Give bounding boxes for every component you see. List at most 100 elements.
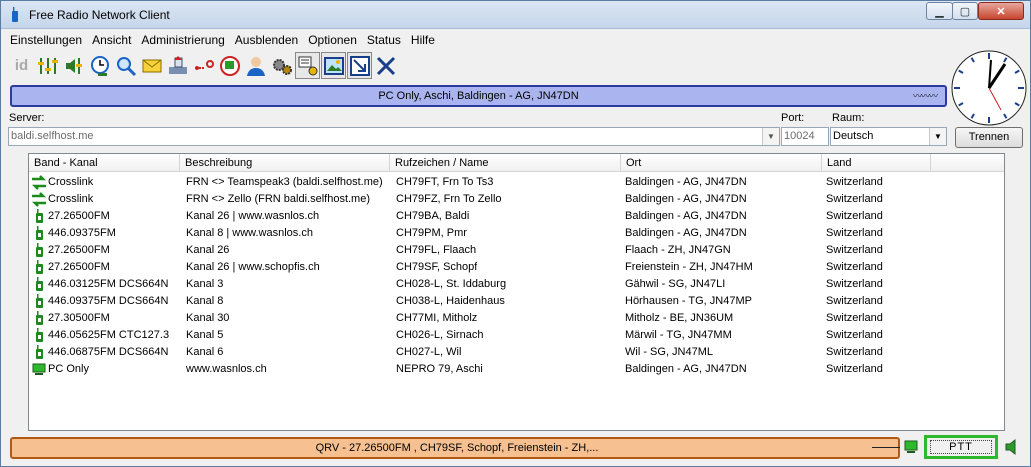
mail-button[interactable] xyxy=(139,52,164,79)
equalizer-icon xyxy=(37,57,58,74)
radio-icon xyxy=(36,277,43,291)
table-row[interactable]: 446.09375FM DCS664N Kanal 8 CH038-L, Haide… xyxy=(29,293,1004,310)
clock-icon xyxy=(90,55,109,76)
table-row[interactable]: Crosslink FRN <> Teamspeak3 (baldi.selfho… xyxy=(29,174,1004,191)
menu-administrierung[interactable]: Administrierung xyxy=(136,31,229,49)
table-row[interactable]: 27.26500FM Kanal 26 | www.schopfis.ch CH79… xyxy=(29,259,1004,276)
cell-band: 446.03125FM DCS664N xyxy=(48,278,169,290)
close-x-button[interactable] xyxy=(373,52,398,79)
upload-button[interactable] xyxy=(165,52,190,79)
chevron-down-icon[interactable]: ▼ xyxy=(762,128,779,145)
table-row[interactable]: 27.30500FM Kanal 30 CH77MI, Mitholz Mitholz… xyxy=(29,310,1004,327)
window-title: Free Radio Network Client xyxy=(29,8,170,22)
table-row[interactable]: 446.03125FM DCS664N Kanal 3 CH028-L, St. I… xyxy=(29,276,1004,293)
equalizer-button[interactable] xyxy=(35,52,60,79)
table-row[interactable]: 27.26500FM Kanal 26 | www.wasnlos.ch CH79B… xyxy=(29,208,1004,225)
cell-land: Switzerland xyxy=(826,176,883,188)
resize-button[interactable] xyxy=(347,52,372,79)
pc-icon xyxy=(904,440,918,453)
column-header-rufzeichen[interactable]: Rufzeichen / Name xyxy=(390,154,621,172)
cell-ort: Gähwil - SG, JN47LI xyxy=(625,278,726,290)
table-row[interactable]: 446.09375FM Kanal 8 | www.wasnlos.ch CH79P… xyxy=(29,225,1004,242)
cell-band: 446.05625FM CTC127.3 xyxy=(48,329,170,341)
cell-ort: Baldingen - AG, JN47DN xyxy=(625,363,747,375)
table-row[interactable]: 27.26500FM Kanal 26 CH79FL, Flaach Flaach -… xyxy=(29,242,1004,259)
column-header-land[interactable]: Land xyxy=(822,154,931,172)
cell-ort: Baldingen - AG, JN47DN xyxy=(625,193,747,205)
settings-button[interactable] xyxy=(295,52,320,79)
chevron-down-icon[interactable]: ▼ xyxy=(929,128,946,145)
cell-land: Switzerland xyxy=(826,278,883,290)
cell-call: CH79FL, Flaach xyxy=(396,244,477,256)
cell-ort: Hörhausen - TG, JN47MP xyxy=(625,295,752,307)
menu-ausblenden[interactable]: Ausblenden xyxy=(230,31,303,49)
user-button[interactable] xyxy=(243,52,268,79)
cell-ort: Flaach - ZH, JN47GN xyxy=(625,244,731,256)
user-icon xyxy=(246,56,265,76)
cell-call: CH028-L, St. Iddaburg xyxy=(396,278,507,290)
id-button[interactable]: id xyxy=(9,52,34,79)
room-select[interactable]: Deutsch ▼ xyxy=(830,127,947,146)
cell-desc: Kanal 26 | www.wasnlos.ch xyxy=(186,210,320,222)
cell-call: CH038-L, Haidenhaus xyxy=(396,295,505,307)
menu-ansicht[interactable]: Ansicht xyxy=(87,31,136,49)
banner-text: PC Only, Aschi, Baldingen - AG, JN47DN xyxy=(378,90,579,102)
gears-icon xyxy=(272,58,292,75)
table-row[interactable]: PC Only www.wasnlos.ch NEPRO 79, Aschi Bald… xyxy=(29,361,1004,378)
menu-status[interactable]: Status xyxy=(362,31,406,49)
volume-button[interactable] xyxy=(61,52,86,79)
column-header-ort[interactable]: Ort xyxy=(621,154,822,172)
maximize-button[interactable]: ▢ xyxy=(952,2,978,20)
cell-ort: Wil - SG, JN47ML xyxy=(625,346,714,358)
cell-desc: Kanal 8 | www.wasnlos.ch xyxy=(186,227,313,239)
picture-button[interactable] xyxy=(321,52,346,79)
table-row[interactable]: Crosslink FRN <> Zello (FRN baldi.selfhos… xyxy=(29,191,1004,208)
connection-icon xyxy=(194,59,214,70)
menu-einstellungen[interactable]: Einstellungen xyxy=(5,31,87,49)
active-user-banner: PC Only, Aschi, Baldingen - AG, JN47DN 〰… xyxy=(10,85,947,107)
gears-button[interactable] xyxy=(269,52,294,79)
id-icon: id xyxy=(14,57,29,74)
status-text: QRV - 27.26500FM , CH79SF, Schopf, Freie… xyxy=(315,442,599,454)
power-button[interactable] xyxy=(217,52,242,79)
minimize-button[interactable]: ▁ xyxy=(926,2,953,20)
menu-bar: Einstellungen Ansicht Administrierung Au… xyxy=(5,31,440,49)
column-header-beschreibung[interactable]: Beschreibung xyxy=(180,154,390,172)
cell-ort: Märwil - TG, JN47MM xyxy=(625,329,732,341)
menu-hilfe[interactable]: Hilfe xyxy=(406,31,440,49)
cell-land: Switzerland xyxy=(826,329,883,341)
server-combo[interactable]: baldi.selfhost.me ▼ xyxy=(8,127,780,146)
connection-button[interactable] xyxy=(191,52,216,79)
cell-call: CH79BA, Baldi xyxy=(396,210,470,222)
status-bar: QRV - 27.26500FM , CH79SF, Schopf, Freie… xyxy=(10,437,900,459)
crosslink-icon xyxy=(31,192,47,207)
close-button[interactable]: ✕ xyxy=(978,2,1024,20)
clock-button[interactable] xyxy=(87,52,112,79)
radio-icon xyxy=(36,328,43,342)
title-bar[interactable]: Free Radio Network Client ▁ ▢ ✕ xyxy=(1,1,1030,29)
speaker-icon[interactable] xyxy=(1004,438,1022,456)
column-header-band[interactable]: Band - Kanal xyxy=(29,154,180,172)
cell-band: Crosslink xyxy=(48,176,94,188)
port-field[interactable]: 10024 xyxy=(781,127,829,146)
cell-desc: www.wasnlos.ch xyxy=(186,363,267,375)
minimize-icon: ▁ xyxy=(935,5,944,18)
power-icon xyxy=(219,55,240,76)
cell-land: Switzerland xyxy=(826,227,883,239)
cell-band: 446.09375FM DCS664N xyxy=(48,295,169,307)
cell-land: Switzerland xyxy=(826,363,883,375)
cell-call: CH79PM, Pmr xyxy=(396,227,467,239)
ptt-button[interactable]: PTT xyxy=(924,435,998,459)
disconnect-button[interactable]: Trennen xyxy=(955,127,1023,148)
client-list: Band - Kanal Beschreibung Rufzeichen / N… xyxy=(28,153,1005,431)
menu-optionen[interactable]: Optionen xyxy=(303,31,362,49)
cell-call: NEPRO 79, Aschi xyxy=(396,363,483,375)
table-row[interactable]: 446.05625FM CTC127.3 Kanal 5 CH026-L, Sirn… xyxy=(29,327,1004,344)
server-label: Server: xyxy=(9,112,45,124)
cell-land: Switzerland xyxy=(826,346,883,358)
status-divider xyxy=(872,447,900,448)
radio-icon xyxy=(36,260,43,274)
table-row[interactable]: 446.06875FM DCS664N Kanal 6 CH027-L, Wil Wi… xyxy=(29,344,1004,361)
picture-icon xyxy=(323,56,344,75)
search-button[interactable] xyxy=(113,52,138,79)
